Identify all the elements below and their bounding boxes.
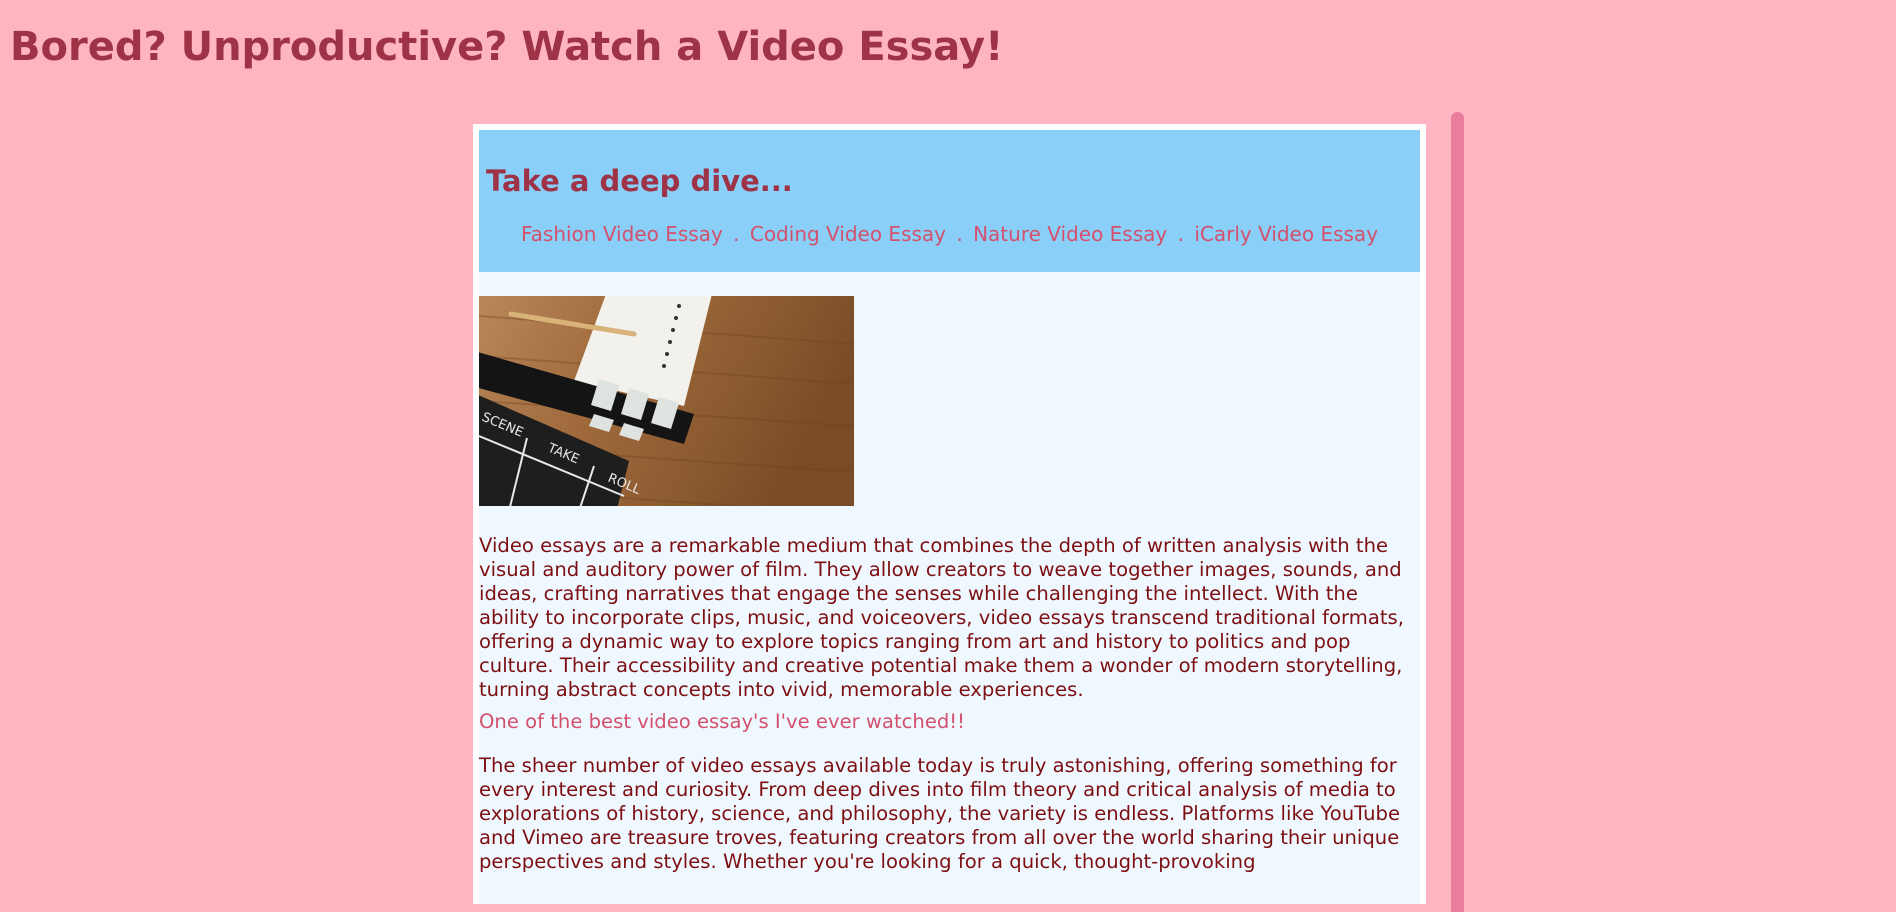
page-title: Bored? Unproductive? Watch a Video Essay…	[10, 24, 1004, 70]
scrollbar[interactable]	[1451, 112, 1464, 912]
banner: Take a deep dive... Fashion Video Essay …	[479, 130, 1420, 272]
nav-separator: .	[956, 222, 963, 246]
nav-separator: .	[733, 222, 740, 246]
favorite-video-link[interactable]: One of the best video essay's I've ever …	[479, 710, 965, 734]
nav-link-nature[interactable]: Nature Video Essay	[973, 222, 1167, 246]
nav-link-coding[interactable]: Coding Video Essay	[750, 222, 946, 246]
nav-link-icarly[interactable]: iCarly Video Essay	[1194, 222, 1378, 246]
clapperboard-image: SCENE TAKE ROLL	[479, 296, 854, 506]
nav-separator: .	[1177, 222, 1184, 246]
intro-paragraph: Video essays are a remarkable medium tha…	[479, 534, 1404, 701]
nav-link-fashion[interactable]: Fashion Video Essay	[521, 222, 723, 246]
content-card: Take a deep dive... Fashion Video Essay …	[473, 124, 1426, 904]
content-area: Take a deep dive... Fashion Video Essay …	[479, 130, 1420, 904]
variety-paragraph: The sheer number of video essays availab…	[479, 754, 1401, 873]
banner-title: Take a deep dive...	[486, 164, 793, 198]
video-essay-nav: Fashion Video Essay . Coding Video Essay…	[479, 222, 1420, 246]
